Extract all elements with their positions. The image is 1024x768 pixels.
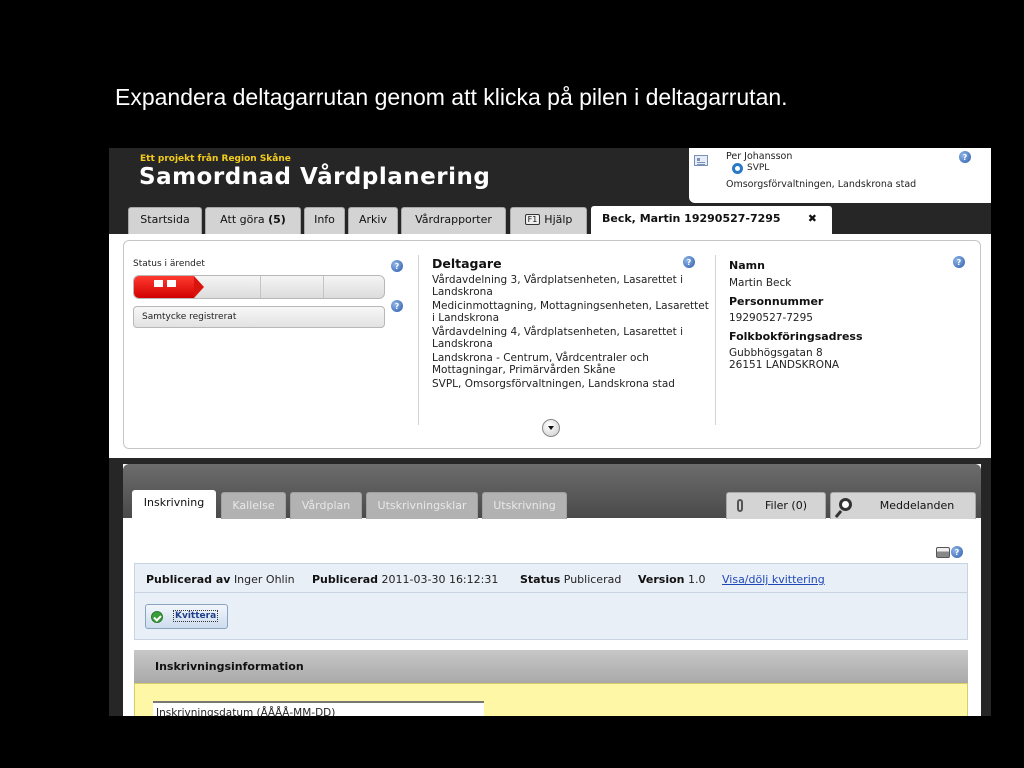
tab-reports[interactable]: Vårdrapporter bbox=[401, 207, 506, 235]
f1-key-icon: F1 bbox=[524, 214, 541, 225]
consent-help-icon[interactable]: ? bbox=[391, 300, 403, 312]
tab-patient[interactable]: Beck, Martin 19290527-7295 ✖ bbox=[591, 206, 832, 236]
participant-item: Landskrona - Centrum, Vårdcentraler och … bbox=[432, 352, 649, 376]
document-tools: ? bbox=[936, 546, 963, 558]
column-divider bbox=[715, 255, 716, 425]
published-by-field: Publicerad av Inger Ohlin bbox=[146, 573, 295, 586]
tab-start[interactable]: Startsida bbox=[128, 207, 202, 235]
participant-item: Medicinmottagning, Mottagningsenheten, L… bbox=[432, 300, 709, 324]
document-help-icon[interactable]: ? bbox=[951, 546, 963, 558]
enrollment-info-body: Inskrivningsdatum (ÅÅÅÅ-MM-DD) bbox=[134, 683, 968, 716]
todo-count: (5) bbox=[268, 213, 286, 226]
participants-help-icon[interactable]: ? bbox=[683, 256, 695, 268]
publish-meta-bar: Publicerad av Inger Ohlin Publicerad 201… bbox=[134, 563, 968, 593]
tab-discharge: Utskrivning bbox=[482, 492, 567, 519]
patient-summary-card: Status i ärendet ? ? Samtycke registrera… bbox=[123, 240, 981, 449]
status-help-icon[interactable]: ? bbox=[391, 260, 403, 272]
messages-button[interactable]: Meddelanden bbox=[830, 492, 976, 519]
address-label: Folkbokföringsadress bbox=[729, 330, 863, 343]
tab-discharge-ready: Utskrivningsklar bbox=[366, 492, 478, 519]
enrollment-info-header: Inskrivningsinformation bbox=[134, 650, 968, 683]
close-icon[interactable]: ✖ bbox=[808, 212, 817, 225]
user-info-box: Per Johansson SVPL Omsorgsförvaltningen,… bbox=[689, 148, 991, 203]
app-title: Samordnad Vårdplanering bbox=[139, 164, 491, 190]
participant-item: Vårdavdelning 3, Vårdplatsenheten, Lasar… bbox=[432, 274, 684, 298]
published-value: 2011-03-30 16:12:31 bbox=[381, 573, 499, 586]
published-by-value: Inger Ohlin bbox=[233, 573, 295, 586]
status-segment bbox=[154, 280, 163, 287]
toggle-acknowledgement-link[interactable]: Visa/dölj kvittering bbox=[722, 573, 825, 586]
column-divider bbox=[418, 255, 419, 425]
tab-info[interactable]: Info bbox=[304, 207, 345, 235]
organization-icon bbox=[732, 163, 743, 174]
published-field: Publicerad 2011-03-30 16:12:31 bbox=[312, 573, 499, 586]
tab-care-plan: Vårdplan bbox=[290, 492, 362, 519]
acknowledge-bar: Kvittera bbox=[134, 593, 968, 640]
patient-help-icon[interactable]: ? bbox=[953, 256, 965, 268]
print-icon[interactable] bbox=[936, 546, 950, 558]
status-field: Status Publicerad bbox=[520, 573, 622, 586]
patient-pnr: 19290527-7295 bbox=[729, 312, 813, 324]
status-progress-bar[interactable] bbox=[133, 275, 385, 299]
app-screenshot: Ett projekt från Region Skåne Samordnad … bbox=[109, 148, 991, 716]
participant-item: SVPL, Omsorgsförvaltningen, Landskrona s… bbox=[432, 378, 675, 390]
status-label: Status i ärendet bbox=[133, 259, 205, 269]
version-field: Version 1.0 bbox=[638, 573, 706, 586]
files-button[interactable]: Filer (0) bbox=[726, 492, 826, 519]
status-value: Publicerad bbox=[563, 573, 622, 586]
status-divider bbox=[260, 276, 261, 298]
magnifier-icon bbox=[839, 498, 852, 511]
version-value: 1.0 bbox=[688, 573, 706, 586]
patient-street: Gubbhögsgatan 8 bbox=[729, 347, 823, 359]
status-segment bbox=[167, 280, 176, 287]
consent-status[interactable]: Samtycke registrerat bbox=[133, 306, 385, 328]
patient-city: 26151 LANDSKRONA bbox=[729, 359, 840, 371]
slide-caption: Expandera deltagarrutan genom att klicka… bbox=[115, 84, 788, 110]
enrollment-date-label: Inskrivningsdatum (ÅÅÅÅ-MM-DD) bbox=[153, 701, 484, 716]
tab-enrollment[interactable]: Inskrivning bbox=[132, 490, 216, 519]
help-icon[interactable]: ? bbox=[959, 151, 971, 163]
tab-todo[interactable]: Att göra (5) bbox=[205, 207, 301, 235]
participant-item: Vårdavdelning 4, Vårdplatsenheten, Lasar… bbox=[432, 326, 684, 350]
main-tabs: Startsida Att göra (5) Info Arkiv Vårdra… bbox=[109, 206, 991, 236]
brand-tagline: Ett projekt från Region Skåne bbox=[140, 154, 291, 164]
check-icon bbox=[151, 611, 163, 623]
participants-title: Deltagare bbox=[432, 256, 502, 271]
acknowledge-button[interactable]: Kvittera bbox=[145, 604, 228, 629]
tab-summons: Kallelse bbox=[221, 492, 286, 519]
user-organization: SVPL bbox=[747, 163, 770, 173]
pnr-label: Personnummer bbox=[729, 295, 824, 308]
document-tabs-bar: Inskrivning Kallelse Vårdplan Utskrivnin… bbox=[123, 464, 981, 519]
expand-participants-arrow-icon[interactable] bbox=[542, 419, 560, 437]
participants-list: Vårdavdelning 3, Vårdplatsenheten, Lasar… bbox=[432, 274, 709, 394]
tab-archive[interactable]: Arkiv bbox=[348, 207, 398, 235]
user-name: Per Johansson bbox=[726, 151, 793, 162]
name-label: Namn bbox=[729, 259, 765, 272]
status-progress-fill bbox=[134, 276, 204, 298]
user-department: Omsorgsförvaltningen, Landskrona stad bbox=[726, 179, 917, 190]
paperclip-icon bbox=[737, 499, 743, 512]
patient-area: Status i ärendet ? ? Samtycke registrera… bbox=[109, 234, 991, 458]
user-card-icon[interactable] bbox=[694, 155, 708, 166]
tab-help[interactable]: F1 Hjälp bbox=[510, 207, 587, 235]
document-panel: Inskrivning Kallelse Vårdplan Utskrivnin… bbox=[123, 464, 981, 716]
patient-name: Martin Beck bbox=[729, 277, 792, 289]
status-divider bbox=[323, 276, 324, 298]
